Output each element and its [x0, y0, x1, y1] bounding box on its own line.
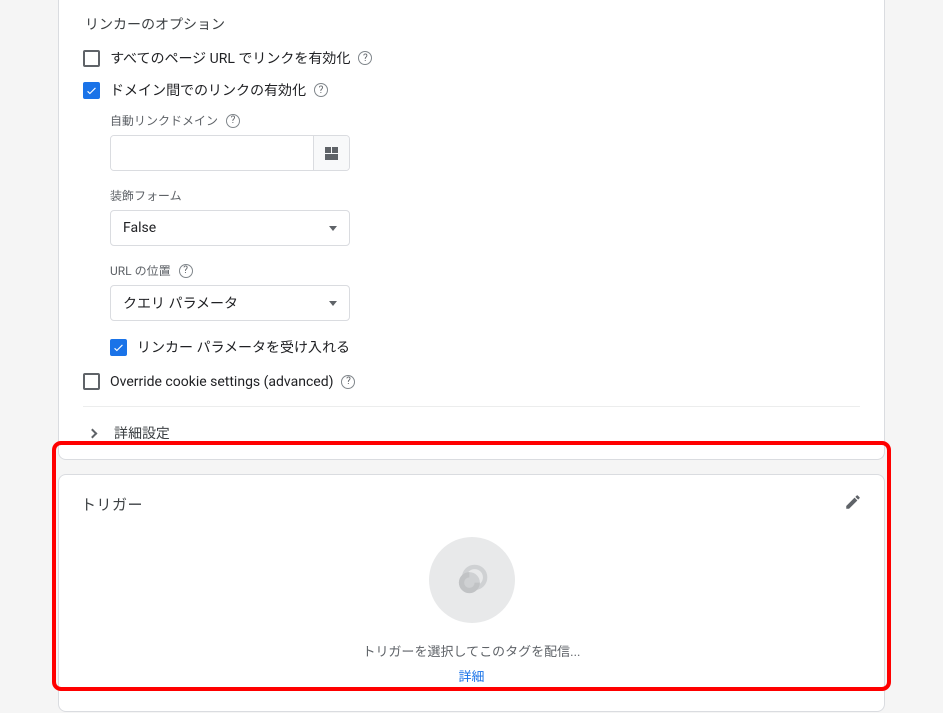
option-label: すべてのページ URL でリンクを有効化: [110, 48, 350, 68]
help-icon[interactable]: ?: [179, 264, 193, 278]
edit-trigger-button[interactable]: [844, 493, 862, 515]
option-override-cookie[interactable]: Override cookie settings (advanced) ?: [83, 373, 860, 390]
option-cross-domain[interactable]: ドメイン間でのリンクの有効化 ?: [83, 80, 860, 100]
variable-picker-button[interactable]: [313, 136, 349, 170]
select-value: クエリ パラメータ: [123, 293, 238, 313]
caret-down-icon: [329, 226, 337, 231]
field-decorate-forms: 装飾フォーム False: [110, 187, 860, 246]
trigger-placeholder[interactable]: トリガーを選択してこのタグを配信... 詳細: [81, 537, 862, 685]
help-icon[interactable]: ?: [341, 375, 355, 389]
linker-section-title: リンカーのオプション: [85, 0, 860, 34]
trigger-title: トリガー: [81, 494, 143, 515]
trigger-detail-link[interactable]: 詳細: [458, 666, 484, 685]
lego-icon: [325, 147, 339, 160]
caret-down-icon: [329, 301, 337, 306]
chevron-right-icon: [88, 428, 98, 438]
advanced-label: 詳細設定: [114, 423, 170, 443]
decorate-forms-select[interactable]: False: [110, 210, 350, 246]
field-label: 装飾フォーム: [110, 187, 182, 204]
field-url-position: URL の位置 ? クエリ パラメータ: [110, 262, 860, 321]
help-icon[interactable]: ?: [358, 51, 372, 65]
option-enable-all-pages[interactable]: すべてのページ URL でリンクを有効化 ?: [83, 48, 860, 68]
checkbox-accept-linker[interactable]: [110, 339, 127, 356]
option-label: リンカー パラメータを受け入れる: [137, 337, 350, 357]
trigger-card: トリガー トリガーを選択してこのタグを配信... 詳細: [58, 474, 885, 712]
pencil-icon: [844, 493, 862, 511]
trigger-icon: [451, 559, 493, 601]
checkbox-override-cookie[interactable]: [83, 373, 100, 390]
auto-link-domain-input[interactable]: [111, 136, 313, 170]
option-label: Override cookie settings (advanced): [110, 374, 333, 390]
field-label: URL の位置: [110, 262, 171, 279]
help-icon[interactable]: ?: [314, 83, 328, 97]
linker-options-card: リンカーのオプション すべてのページ URL でリンクを有効化 ? ドメイン間で…: [58, 0, 885, 460]
trigger-placeholder-text: トリガーを選択してこのタグを配信...: [363, 641, 581, 660]
checkbox-cross-domain[interactable]: [83, 82, 100, 99]
field-label: 自動リンクドメイン: [110, 112, 218, 129]
checkbox-enable-all[interactable]: [83, 50, 100, 67]
help-icon[interactable]: ?: [226, 114, 240, 128]
select-value: False: [123, 220, 156, 236]
option-accept-linker[interactable]: リンカー パラメータを受け入れる: [110, 337, 860, 357]
trigger-placeholder-circle: [429, 537, 515, 623]
field-auto-link-domain: 自動リンクドメイン ?: [110, 112, 860, 171]
advanced-settings-toggle[interactable]: 詳細設定: [83, 407, 860, 449]
option-label: ドメイン間でのリンクの有効化: [110, 80, 306, 100]
url-position-select[interactable]: クエリ パラメータ: [110, 285, 350, 321]
